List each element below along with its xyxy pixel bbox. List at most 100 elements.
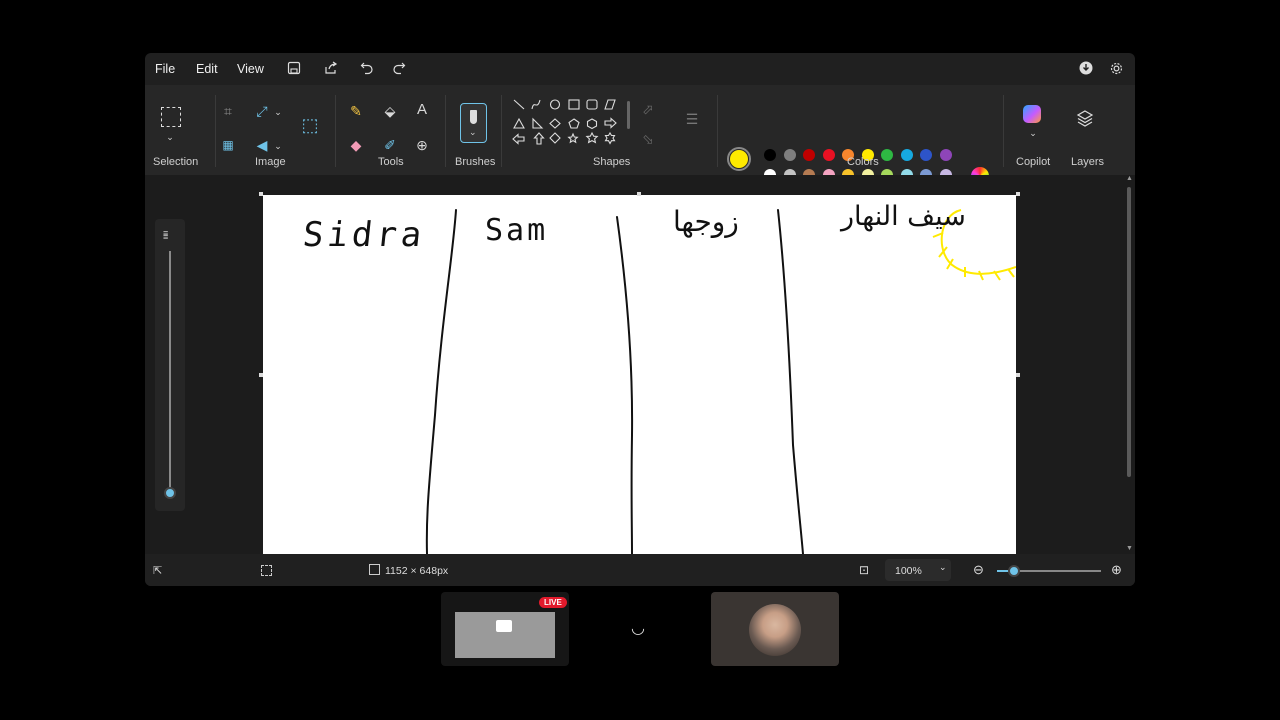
canvas-label-sayf-alnahar: سيف النهار <box>841 201 966 232</box>
fit-to-window-icon[interactable]: ⊡ <box>859 563 869 577</box>
slider-thumb[interactable] <box>164 487 176 499</box>
canvas-label-sidra: Sidra <box>300 215 428 255</box>
file-menu[interactable]: File <box>155 62 175 76</box>
shapes-group-label: Shapes <box>593 156 631 168</box>
divider-line-2 <box>616 216 634 555</box>
crop-icon[interactable]: ⌗ <box>219 103 237 119</box>
divider <box>501 95 502 167</box>
status-bar: ⇱ 1152 × 648px ⊡ 100% ⌄ ⊖ ⊕ <box>145 554 1135 586</box>
participant-tile-camera[interactable] <box>711 592 839 666</box>
shapes-scroll-thumb[interactable] <box>627 101 630 129</box>
divider <box>335 95 336 167</box>
zoom-level: 100% <box>895 565 922 577</box>
save-icon[interactable] <box>286 61 302 77</box>
smile-icon: ◡ <box>631 620 645 637</box>
outline-icon[interactable]: ⬀ <box>639 101 657 117</box>
live-badge: LIVE <box>539 597 567 608</box>
resize-chevron-down-icon[interactable]: ⌄ <box>269 104 287 120</box>
divider <box>445 95 446 167</box>
fill-bucket-icon[interactable]: ⬙ <box>381 103 399 119</box>
brushes-button[interactable]: ⌄ <box>460 103 487 143</box>
drawing-canvas[interactable]: Sidra Sam زوجها سيف النهار <box>263 195 1017 555</box>
settings-gear-icon[interactable] <box>1108 61 1124 77</box>
undo-icon[interactable] <box>359 61 375 77</box>
text-tool-icon[interactable]: A <box>413 102 431 118</box>
screen-share-preview <box>455 612 555 658</box>
resize-handle-top-right[interactable] <box>1016 192 1020 196</box>
color-swatch[interactable] <box>764 149 776 161</box>
colors-group-label: Colors <box>847 156 879 168</box>
resize-handle-top[interactable] <box>637 192 641 196</box>
paint-window: File Edit View ⌄ Selection ⌗ ⤢ ⌄ ▦ ◀ ⌄ ⬚… <box>145 53 1135 586</box>
color-swatch[interactable] <box>920 149 932 161</box>
select-all-icon[interactable]: ▦ <box>219 137 237 153</box>
rotate-chevron-down-icon[interactable]: ⌄ <box>269 138 287 154</box>
brushes-chevron-down-icon: ⌄ <box>469 127 477 137</box>
zoom-slider-thumb[interactable] <box>1008 565 1020 577</box>
slider-rail <box>169 251 171 489</box>
color-swatch[interactable] <box>803 149 815 161</box>
redo-icon[interactable] <box>391 61 407 77</box>
color-swatch[interactable] <box>900 149 913 161</box>
scroll-down-arrow-icon[interactable]: ▼ <box>1126 545 1133 552</box>
image-group-label: Image <box>255 156 286 168</box>
divider <box>215 95 216 167</box>
image-generator-icon[interactable]: ⬚ <box>301 116 319 134</box>
canvas-label-husband: زوجها <box>673 205 739 238</box>
vertical-scrollbar[interactable]: ▲ ▼ <box>1125 175 1133 554</box>
color-picker-icon[interactable]: ✐ <box>381 137 399 153</box>
size-lines-icon: ≡ ≡ <box>163 228 169 242</box>
color-swatch[interactable] <box>939 149 952 161</box>
resize-handle-right[interactable] <box>1016 373 1020 377</box>
magnifier-icon[interactable]: ⊕ <box>413 137 431 153</box>
resize-handle-left[interactable] <box>259 373 263 377</box>
canvas-size-text: 1152 × 648px <box>385 565 449 577</box>
shapes-gallery[interactable] <box>511 97 623 153</box>
menu-bar: File Edit View <box>145 53 1135 85</box>
brush-icon <box>470 110 477 124</box>
copilot-icon[interactable] <box>1023 105 1041 123</box>
divider <box>1003 95 1004 167</box>
pencil-icon[interactable]: ✎ <box>347 103 365 119</box>
view-menu[interactable]: View <box>237 62 264 76</box>
selection-group-label: Selection <box>153 156 199 168</box>
tools-group-label: Tools <box>378 156 404 168</box>
fill-icon[interactable]: ⬂ <box>639 131 657 147</box>
primary-color-swatch[interactable] <box>727 147 751 171</box>
share-icon[interactable] <box>323 61 339 77</box>
account-icon[interactable] <box>1078 61 1094 77</box>
layers-group-label: Layers <box>1071 156 1105 168</box>
canvas-workarea: ≡ ≡ Sidra Sam زوجها سيف النهار ▲ ▼ <box>145 175 1135 555</box>
zoom-chevron-down-icon: ⌄ <box>939 562 947 572</box>
color-swatch[interactable] <box>822 149 835 161</box>
edit-menu[interactable]: Edit <box>196 62 218 76</box>
zoom-out-icon[interactable]: ⊖ <box>973 562 984 578</box>
canvas-label-sam: Sam <box>485 213 549 248</box>
participant-avatar <box>749 604 801 656</box>
selection-rect-icon[interactable] <box>161 107 181 127</box>
layers-icon[interactable] <box>1076 109 1094 127</box>
color-swatch[interactable] <box>881 149 893 161</box>
zoom-select[interactable]: 100% ⌄ <box>885 559 951 581</box>
screen-share-tile[interactable]: LIVE <box>441 592 569 666</box>
brushes-group-label: Brushes <box>455 156 496 168</box>
brush-size-slider[interactable]: ≡ ≡ <box>155 219 185 511</box>
selection-size-icon <box>261 565 272 576</box>
zoom-in-icon[interactable]: ⊕ <box>1111 562 1122 578</box>
copilot-group-label: Copilot <box>1016 156 1051 168</box>
stroke-size-icon[interactable]: ☰ <box>683 111 701 127</box>
present-screen-icon <box>496 620 512 632</box>
selection-chevron-down-icon[interactable]: ⌄ <box>161 129 179 145</box>
resize-handle-top-left[interactable] <box>259 192 263 196</box>
zoom-slider[interactable] <box>997 565 1101 577</box>
scroll-up-arrow-icon[interactable]: ▲ <box>1126 175 1133 182</box>
divider <box>717 95 718 167</box>
divider-line-1 <box>425 209 457 555</box>
participant-tile-empty[interactable]: ◡ <box>576 592 704 666</box>
eraser-icon[interactable]: ◆ <box>347 137 365 153</box>
copilot-chevron-down-icon[interactable]: ⌄ <box>1024 125 1042 141</box>
ribbon-toolbar: ⌄ Selection ⌗ ⤢ ⌄ ▦ ◀ ⌄ ⬚ Image ✎ ⬙ A ◆ … <box>145 85 1135 201</box>
pointer-icon: ⇱ <box>153 565 163 577</box>
scroll-thumb[interactable] <box>1127 187 1131 477</box>
color-swatch[interactable] <box>783 149 796 161</box>
